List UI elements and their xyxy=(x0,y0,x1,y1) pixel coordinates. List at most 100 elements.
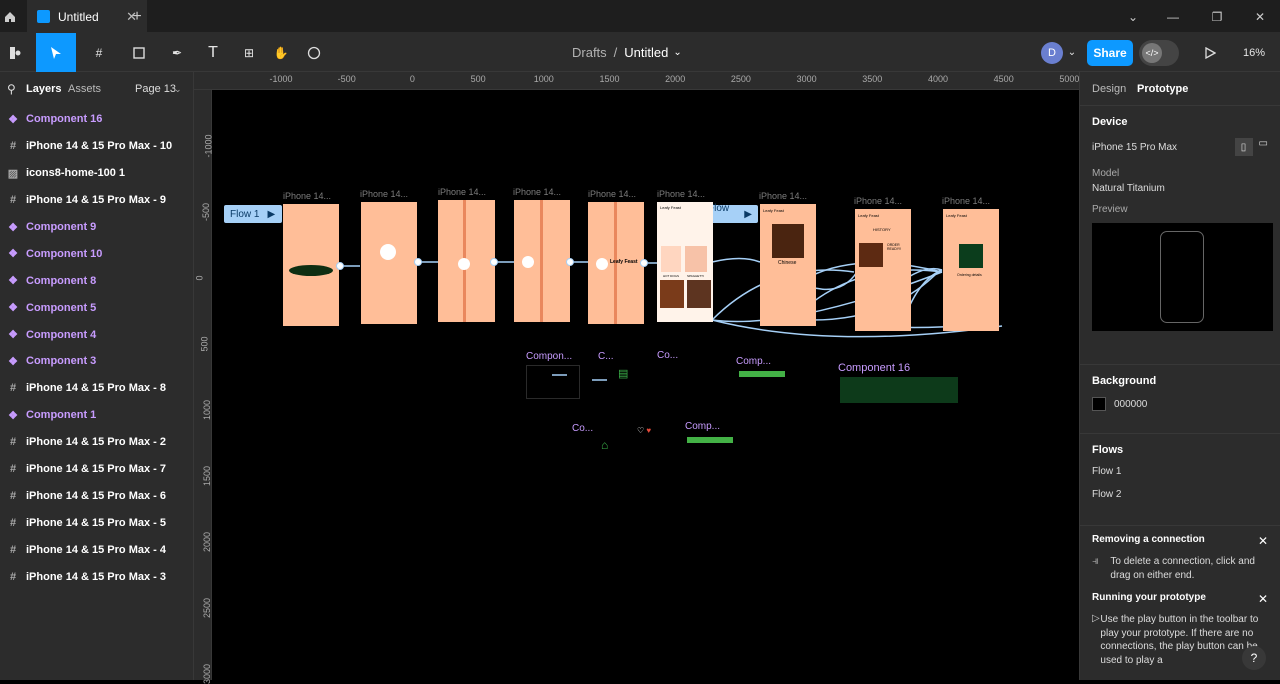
layer-item[interactable]: ❖ Component 4 xyxy=(0,321,193,348)
tab-design[interactable]: Design xyxy=(1092,83,1126,95)
iphone-frame[interactable]: Leafy Feast xyxy=(588,202,644,324)
layer-item[interactable]: # iPhone 14 & 15 Pro Max - 8 xyxy=(0,375,193,402)
chevron-down-icon[interactable]: ⌄ xyxy=(1066,33,1078,72)
frame-label[interactable]: iPhone 14... xyxy=(759,191,807,201)
toggle-component[interactable] xyxy=(687,437,733,443)
layer-label: iPhone 14 & 15 Pro Max - 3 xyxy=(26,570,166,583)
layer-item[interactable]: ❖ Component 9 xyxy=(0,214,193,241)
layer-item[interactable]: ▨ icons8-home-100 1 xyxy=(0,160,193,187)
frame-label[interactable]: iPhone 14... xyxy=(283,191,331,201)
component-label[interactable]: Co... xyxy=(657,350,678,361)
avatar[interactable]: D xyxy=(1041,42,1063,64)
frame-label[interactable]: iPhone 14... xyxy=(942,196,990,206)
connection-node[interactable] xyxy=(490,258,498,266)
close-icon[interactable]: ✕ xyxy=(1258,534,1268,548)
connection-node[interactable] xyxy=(414,258,422,266)
layer-item[interactable]: ❖ Component 16 xyxy=(0,106,193,133)
iphone-frame-chinese[interactable]: Leafy Feast Chinese xyxy=(760,204,816,326)
home-icon[interactable] xyxy=(0,0,20,33)
frame-label[interactable]: iPhone 14... xyxy=(438,187,486,197)
file-name[interactable]: Untitled xyxy=(624,45,668,60)
layer-item[interactable]: # iPhone 14 & 15 Pro Max - 4 xyxy=(0,536,193,563)
restore-icon[interactable]: ❐ xyxy=(1197,0,1237,33)
layer-item[interactable]: ❖ Component 5 xyxy=(0,294,193,321)
layer-item[interactable]: # iPhone 14 & 15 Pro Max - 7 xyxy=(0,456,193,483)
comment-tool-icon[interactable] xyxy=(303,33,325,72)
tab-layers[interactable]: Layers xyxy=(26,83,61,95)
layer-item[interactable]: # iPhone 14 & 15 Pro Max - 5 xyxy=(0,509,193,536)
component-label[interactable]: Co... xyxy=(572,423,593,434)
share-button[interactable]: Share xyxy=(1087,40,1133,66)
component-label[interactable]: Comp... xyxy=(685,421,720,432)
breadcrumb-drafts[interactable]: Drafts xyxy=(572,45,607,60)
layer-item[interactable]: ❖ Component 3 xyxy=(0,348,193,375)
close-icon[interactable]: ✕ xyxy=(1258,592,1268,606)
play-flow-icon[interactable]: ▶ xyxy=(267,209,275,220)
layer-item[interactable]: # iPhone 14 & 15 Pro Max - 3 xyxy=(0,563,193,590)
component-label[interactable]: Comp... xyxy=(736,356,771,367)
frame-label[interactable]: iPhone 14... xyxy=(513,187,561,197)
layer-item[interactable]: ❖ Component 8 xyxy=(0,267,193,294)
frame-label[interactable]: iPhone 14... xyxy=(657,189,705,199)
layer-item[interactable]: ❖ Component 10 xyxy=(0,240,193,267)
shape-tool-icon[interactable] xyxy=(124,33,154,72)
model-select[interactable]: Natural Titanium xyxy=(1092,183,1268,194)
frame-label[interactable]: iPhone 14... xyxy=(854,196,902,206)
portrait-icon[interactable]: ▯ xyxy=(1234,138,1253,156)
close-window-icon[interactable]: ✕ xyxy=(1240,0,1280,33)
flow-item[interactable]: Flow 1 xyxy=(1092,466,1268,477)
frame-label[interactable]: iPhone 14... xyxy=(588,189,636,199)
resources-icon[interactable]: ⊞ xyxy=(238,33,260,72)
figma-file-icon xyxy=(37,10,50,23)
logo-circle xyxy=(458,258,470,270)
hand-tool-icon[interactable]: ✋ xyxy=(270,33,292,72)
dev-mode-toggle[interactable]: </> xyxy=(1139,40,1179,66)
layer-item[interactable]: ❖ Component 1 xyxy=(0,402,193,429)
layer-item[interactable]: # iPhone 14 & 15 Pro Max - 10 xyxy=(0,133,193,160)
color-swatch[interactable] xyxy=(1092,397,1106,411)
layer-item[interactable]: # iPhone 14 & 15 Pro Max - 2 xyxy=(0,429,193,456)
iphone-frame-menu[interactable]: Leafy Feast HOT DOGS SPAGHETTI xyxy=(657,202,713,322)
component-instance[interactable] xyxy=(526,365,580,399)
main-menu-icon[interactable] xyxy=(0,33,30,72)
connection-node[interactable] xyxy=(336,262,344,270)
tab-prototype[interactable]: Prototype xyxy=(1137,83,1188,95)
toggle-component[interactable] xyxy=(739,371,785,377)
landscape-icon[interactable]: ▭ xyxy=(1259,138,1268,156)
pen-tool-icon[interactable]: ✒ xyxy=(162,33,192,72)
device-select[interactable]: iPhone 15 Pro Max xyxy=(1092,142,1177,153)
frame-label[interactable]: iPhone 14... xyxy=(360,189,408,199)
background-hex[interactable]: 000000 xyxy=(1114,399,1147,410)
play-icon[interactable] xyxy=(1196,33,1224,72)
play-flow-icon[interactable]: ▶ xyxy=(744,209,752,220)
flow-item[interactable]: Flow 2 xyxy=(1092,489,1268,500)
flow-1-label[interactable]: Flow 1 ▶ xyxy=(224,205,282,223)
iphone-frame-ordering[interactable]: Leafy Feast Ordering details xyxy=(943,209,999,331)
layer-item[interactable]: # iPhone 14 & 15 Pro Max - 6 xyxy=(0,482,193,509)
chevron-down-icon[interactable]: ⌄ xyxy=(673,47,681,58)
minimize-icon[interactable]: — xyxy=(1153,0,1193,33)
help-icon[interactable]: ? xyxy=(1242,646,1266,670)
canvas[interactable]: Flow 1 ▶ Flow 2 ▶ iPhone 14... iPhone 14… xyxy=(212,90,1079,680)
chevron-down-icon[interactable]: ⌄ xyxy=(1113,0,1153,33)
iphone-frame[interactable] xyxy=(514,200,570,322)
component-label[interactable]: Component 16 xyxy=(838,362,910,374)
connection-node[interactable] xyxy=(566,258,574,266)
search-icon[interactable]: ⚲ xyxy=(7,82,16,96)
component-16-instance[interactable] xyxy=(840,377,958,403)
text-tool-icon[interactable]: T xyxy=(202,33,224,72)
iphone-frame-history[interactable]: Leafy Feast HISTORY ORDER READY!! xyxy=(855,209,911,331)
iphone-frame[interactable] xyxy=(361,202,417,324)
component-label[interactable]: Compon... xyxy=(526,351,572,362)
zoom-level[interactable]: 16% xyxy=(1234,33,1274,72)
layer-item[interactable]: # iPhone 14 & 15 Pro Max - 9 xyxy=(0,187,193,214)
frame-tool-icon[interactable]: # xyxy=(84,33,114,72)
iphone-frame[interactable] xyxy=(438,200,495,322)
new-tab-icon[interactable]: + xyxy=(129,0,145,33)
move-tool-icon[interactable] xyxy=(36,33,76,72)
tab-assets[interactable]: Assets xyxy=(68,83,101,95)
iphone-frame[interactable] xyxy=(283,204,339,326)
component-label[interactable]: C... xyxy=(598,351,614,362)
page-selector[interactable]: Page 13 xyxy=(135,83,176,95)
connection-node[interactable] xyxy=(640,259,648,267)
